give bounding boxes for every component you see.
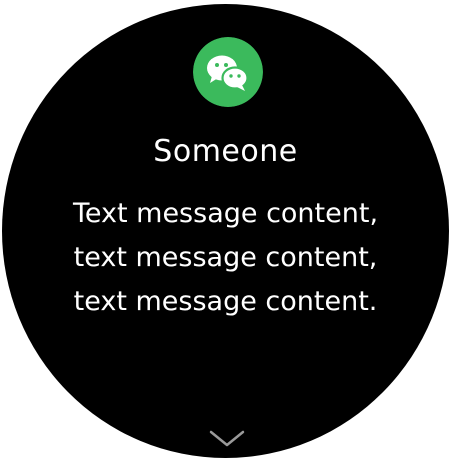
message-line: Text message content, xyxy=(72,198,379,229)
message-body: Text message content, text message conte… xyxy=(2,192,449,324)
sender-name: Someone xyxy=(153,134,298,169)
chevron-down-icon[interactable] xyxy=(208,429,246,449)
wechat-icon[interactable] xyxy=(193,37,263,107)
message-line: text message content, xyxy=(73,242,378,273)
message-line: text message content. xyxy=(73,286,378,317)
watch-screen: Someone Text message content, text messa… xyxy=(2,4,449,458)
